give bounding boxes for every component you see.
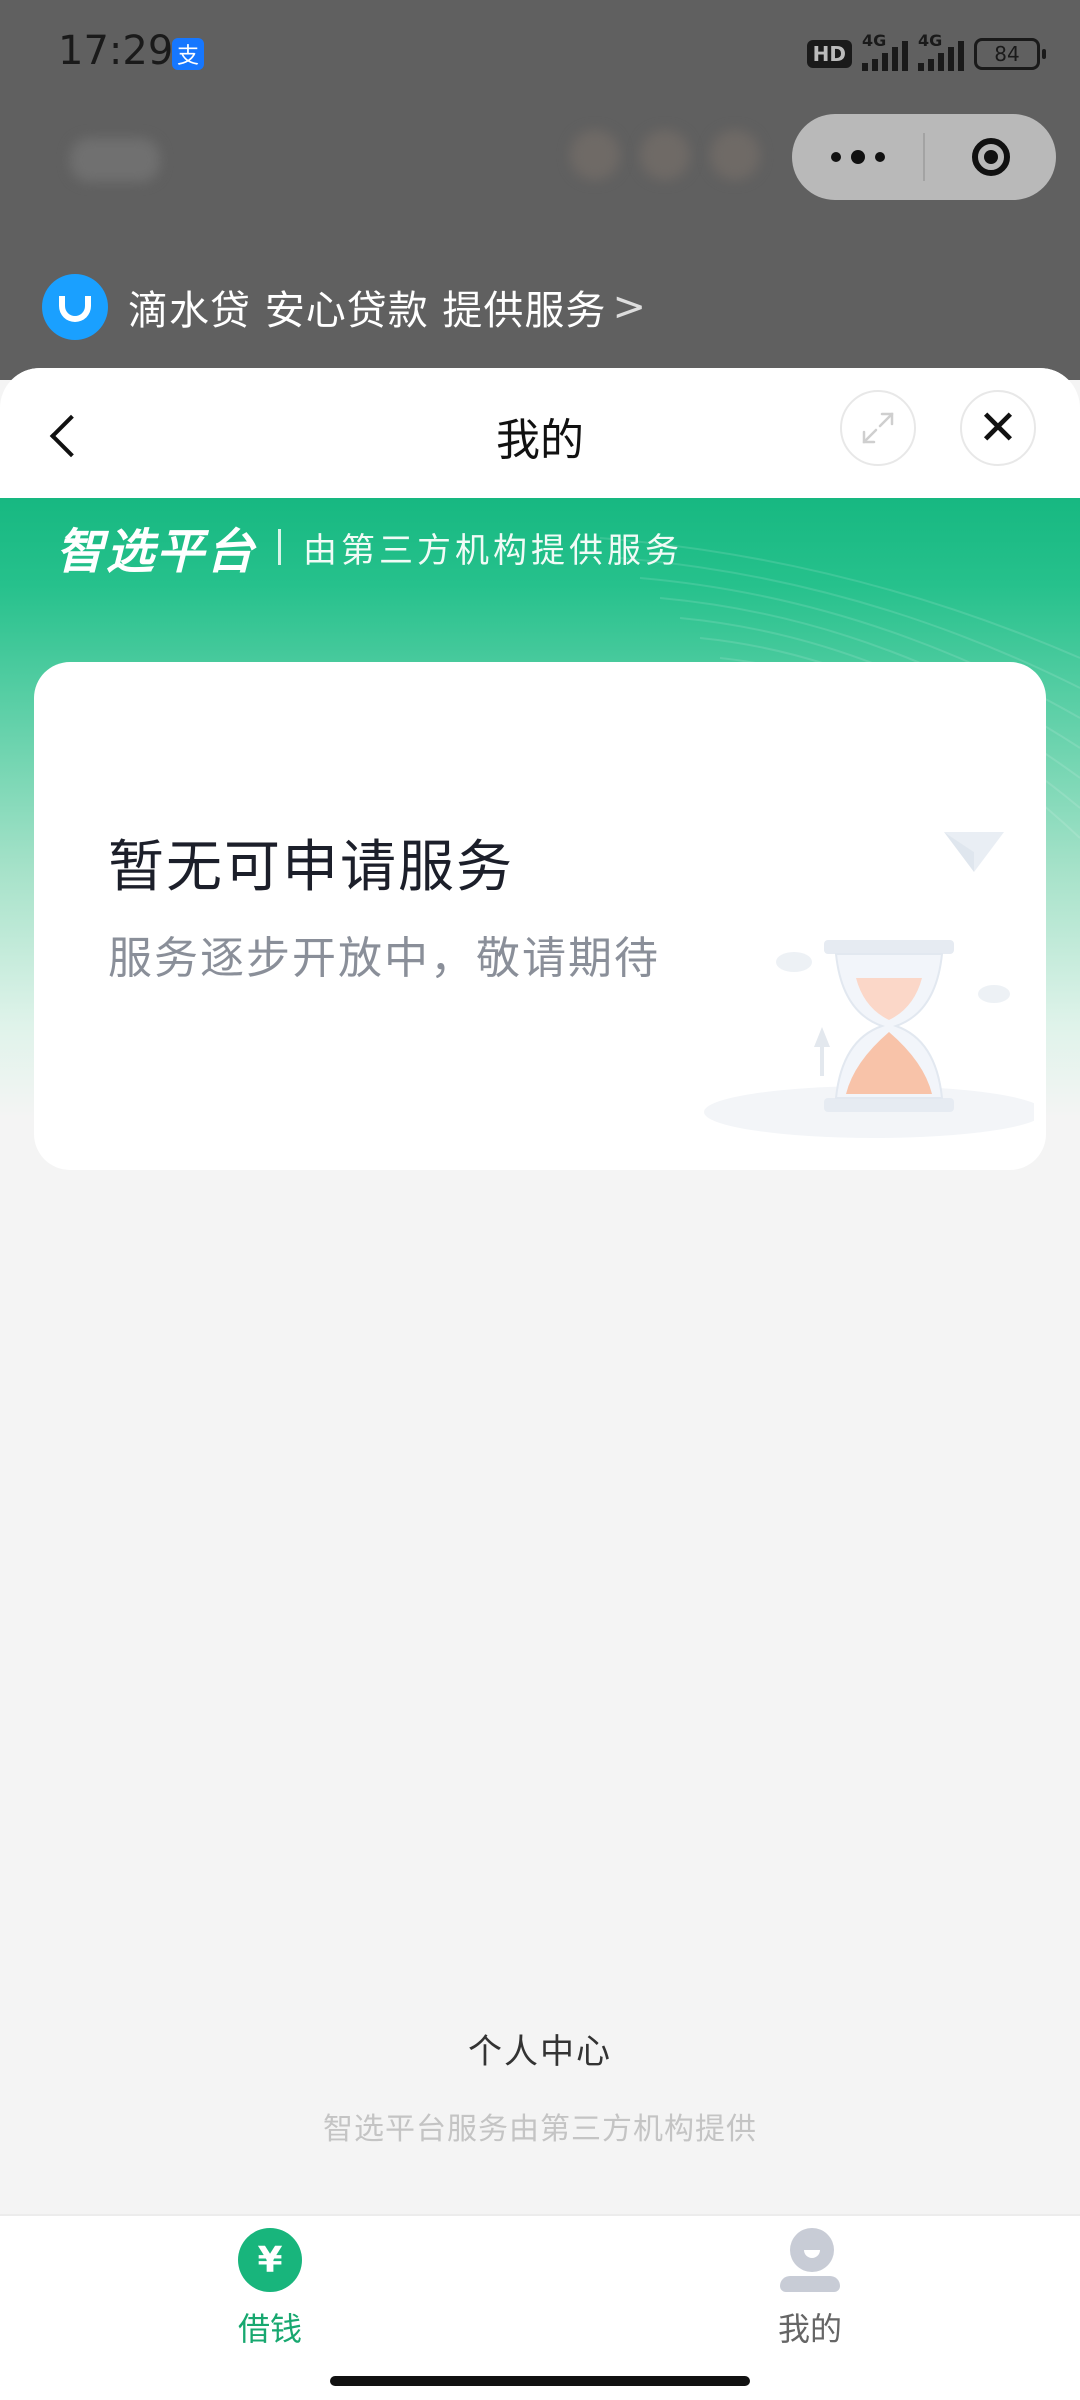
network-type-label-2: 4G — [918, 31, 943, 50]
brand-subtitle: 由第三方机构提供服务 — [303, 530, 684, 571]
exit-miniprogram-button[interactable] — [925, 114, 1056, 200]
status-time: 17:29 — [58, 28, 174, 74]
tab-borrow-label: 借钱 — [237, 2310, 302, 2348]
miniprogram-capsule — [792, 114, 1056, 200]
home-indicator[interactable] — [330, 2376, 750, 2386]
blurred-icon — [570, 130, 620, 180]
empty-state-title: 暂无可申请服务 — [108, 835, 514, 900]
page-title: 我的 — [496, 415, 584, 466]
signal-icon-1: 4G — [862, 31, 908, 71]
hd-voice-icon: HD — [806, 40, 852, 68]
tab-mine[interactable]: 我的 — [660, 2228, 960, 2350]
chevron-right-icon: > — [612, 284, 646, 330]
network-type-label-1: 4G — [862, 31, 887, 50]
brand-header: 智选平台 由第三方机构提供服务 — [56, 512, 683, 582]
battery-icon: 84 — [974, 38, 1046, 70]
status-indicators: HD 4G 4G 84 — [806, 31, 1046, 74]
more-dots-icon — [830, 152, 841, 162]
hourglass-illustration — [704, 832, 1034, 1138]
close-button[interactable]: ✕ — [960, 390, 1036, 466]
alipay-icon: 支 — [172, 38, 204, 70]
close-icon: ✕ — [977, 400, 1019, 456]
expand-button[interactable] — [840, 390, 916, 466]
personal-center-label: 个人中心 — [468, 2032, 612, 2072]
status-bar: 17:29 支 HD 4G 4G 84 — [0, 0, 1080, 110]
tab-mine-label: 我的 — [777, 2310, 842, 2348]
brand-logo: 智选平台 — [56, 524, 257, 580]
footer-disclaimer: 智选平台服务由第三方机构提供 — [323, 2112, 757, 2147]
blurred-icon — [640, 130, 690, 180]
provider-text: 滴水贷 安心贷款 提供服务 — [128, 288, 607, 334]
more-dots-icon — [850, 150, 865, 164]
user-icon — [778, 2228, 842, 2292]
more-options-button[interactable] — [792, 114, 923, 200]
blurred-page-title — [70, 138, 160, 182]
provider-logo-icon — [42, 274, 108, 340]
blurred-header-icons — [570, 130, 760, 180]
bottom-sheet: 我的 ✕ 智选平台 由第三方机构提供服务 暂无可申请服务 服务逐步开放中，敬请期… — [0, 368, 1080, 2400]
yuan-icon: ¥ — [238, 2228, 302, 2292]
sheet-header: 我的 ✕ — [0, 368, 1080, 498]
bottom-tab-bar: ¥ 借钱 我的 — [0, 2214, 1080, 2400]
empty-state-subtitle: 服务逐步开放中，敬请期待 — [108, 933, 660, 984]
brand-divider — [278, 529, 282, 565]
target-icon — [971, 138, 1010, 176]
provider-link[interactable]: 滴水贷 安心贷款 提供服务 > — [42, 274, 646, 340]
signal-icon-2: 4G — [918, 31, 964, 71]
tab-borrow[interactable]: ¥ 借钱 — [120, 2228, 420, 2350]
empty-state-card: 暂无可申请服务 服务逐步开放中，敬请期待 — [34, 662, 1046, 1170]
expand-icon — [862, 412, 894, 444]
more-dots-icon — [874, 152, 885, 162]
blurred-icon — [710, 130, 760, 180]
